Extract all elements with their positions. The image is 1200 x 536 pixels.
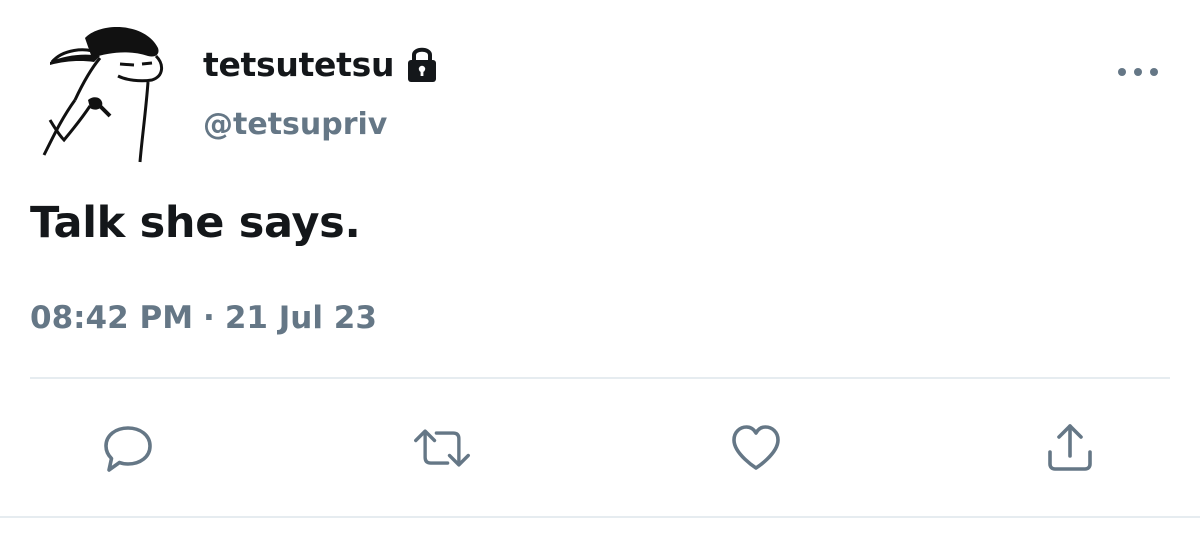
more-horizontal-icon[interactable] [1116, 60, 1160, 84]
bottom-divider [0, 516, 1200, 518]
timestamp-separator: · [203, 300, 215, 336]
tweet-text: Talk she says. [30, 198, 361, 248]
avatar-drawing-icon [42, 27, 163, 163]
user-handle[interactable]: @tetsupriv [203, 107, 387, 142]
like-button[interactable] [726, 420, 786, 476]
tweet-date: 21 Jul 23 [224, 300, 377, 336]
tweet-timestamp[interactable]: 08:42 PM · 21 Jul 23 [30, 300, 377, 336]
avatar[interactable] [30, 20, 175, 170]
reply-button[interactable] [98, 420, 158, 476]
tweet-time: 08:42 PM [30, 300, 194, 336]
share-button[interactable] [1040, 420, 1100, 476]
retweet-arrows-icon [414, 429, 470, 467]
user-name-row: tetsutetsu [203, 40, 440, 88]
retweet-button[interactable] [412, 420, 472, 476]
display-name[interactable]: tetsutetsu [203, 45, 394, 84]
actions-divider [30, 377, 1170, 379]
tweet-card: tetsutetsu @tetsupriv Talk she says. 08:… [0, 0, 1200, 536]
heart-icon [732, 425, 780, 470]
lock-icon [404, 44, 440, 84]
speech-bubble-icon [104, 426, 152, 472]
share-upload-icon [1048, 424, 1092, 471]
